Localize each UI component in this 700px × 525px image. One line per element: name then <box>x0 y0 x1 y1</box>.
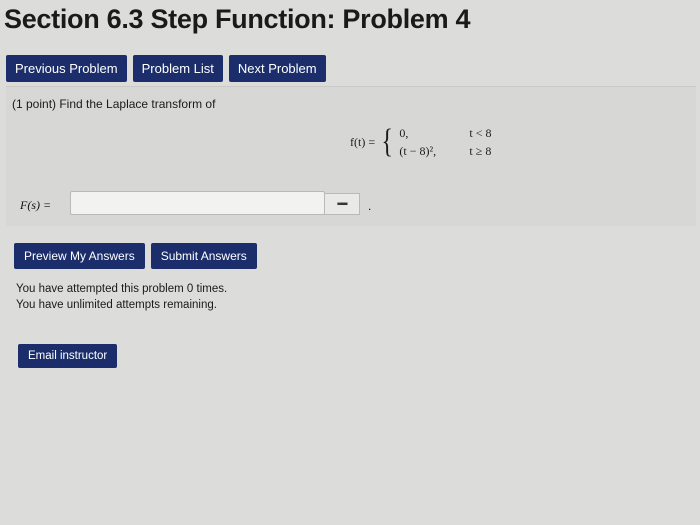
trailing-period: . <box>368 199 372 213</box>
problem-nav: Previous Problem Problem List Next Probl… <box>6 55 326 82</box>
case2-condition: t ≥ 8 <box>469 143 492 158</box>
formula-lhs: f(t) = <box>350 134 376 149</box>
keyboard-grid-icon[interactable]: ▪▪▪▪ <box>324 193 360 215</box>
remaining-text: You have unlimited attempts remaining. <box>16 299 217 311</box>
answer-input[interactable] <box>70 191 325 215</box>
next-problem-button[interactable]: Next Problem <box>228 55 326 82</box>
answer-label: F(s) = <box>20 198 52 212</box>
problem-prompt: (1 point) Find the Laplace transform of <box>12 97 216 111</box>
attempts-text: You have attempted this problem 0 times. <box>16 283 228 295</box>
formula-cases: 0, t < 8 (t − 8)², t ≥ 8 <box>399 126 509 159</box>
case1-value: 0, <box>399 125 409 140</box>
preview-answers-button[interactable]: Preview My Answers <box>14 243 145 269</box>
email-area: Email instructor <box>18 344 118 368</box>
problem-box: (1 point) Find the Laplace transform of … <box>6 86 696 226</box>
case2-value: (t − 8)², <box>399 143 437 158</box>
page-title: Section 6.3 Step Function: Problem 4 <box>4 4 471 34</box>
attempt-status: You have attempted this problem 0 times.… <box>16 281 227 313</box>
answer-actions: Preview My Answers Submit Answers <box>14 243 257 269</box>
formula-brace: { <box>381 123 393 160</box>
email-instructor-button[interactable]: Email instructor <box>18 344 118 368</box>
previous-problem-button[interactable]: Previous Problem <box>6 55 127 82</box>
webwork-problem-page: Section 6.3 Step Function: Problem 4 Pre… <box>0 0 700 525</box>
problem-list-button[interactable]: Problem List <box>132 55 223 82</box>
submit-answers-button[interactable]: Submit Answers <box>150 243 257 269</box>
piecewise-formula: f(t) = { 0, t < 8 (t − 8)², t ≥ 8 <box>350 125 509 159</box>
case1-condition: t < 8 <box>469 125 492 140</box>
